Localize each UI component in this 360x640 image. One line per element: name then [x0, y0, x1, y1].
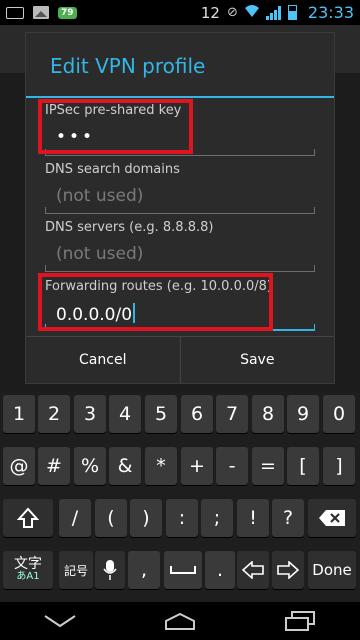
key-question[interactable]: ?: [272, 499, 304, 537]
backspace-icon: [319, 510, 345, 526]
back-icon: [44, 615, 76, 628]
key-5[interactable]: 5: [145, 395, 177, 433]
shift-key[interactable]: [3, 499, 53, 537]
clock: 23:33: [307, 3, 354, 22]
lang-key-bottom: あA1: [16, 571, 40, 583]
cursor-left-key[interactable]: [237, 551, 269, 589]
notification-count: 12: [200, 3, 220, 22]
cursor-right-key[interactable]: [272, 551, 304, 589]
key-0[interactable]: 0: [323, 395, 355, 433]
key-asterisk[interactable]: *: [145, 447, 177, 485]
battery-icon: [287, 5, 297, 20]
dialog-title: Edit VPN profile: [26, 33, 334, 98]
soft-keyboard: 1 2 3 4 5 6 7 8 9 0 @ # % & * + - = [ ] …: [0, 392, 360, 602]
recent-apps-icon: [285, 611, 315, 631]
key-3[interactable]: 3: [74, 395, 106, 433]
save-button[interactable]: Save: [179, 337, 335, 383]
dns-search-domains-label: DNS search domains: [45, 162, 180, 177]
key-right-paren[interactable]: ): [130, 499, 162, 537]
wifi-icon: [244, 4, 259, 22]
key-left-bracket[interactable]: [: [287, 447, 319, 485]
key-8[interactable]: 8: [252, 395, 284, 433]
dns-servers-underline: [45, 265, 315, 272]
battery-badge: 79: [58, 6, 77, 19]
arrow-left-icon: [242, 561, 264, 579]
key-ampersand[interactable]: &: [109, 447, 141, 485]
mic-key[interactable]: [95, 551, 125, 589]
key-slash[interactable]: /: [59, 499, 91, 537]
cancel-button[interactable]: Cancel: [26, 337, 180, 383]
key-1[interactable]: 1: [3, 395, 35, 433]
key-period[interactable]: .: [205, 551, 235, 589]
key-4[interactable]: 4: [109, 395, 141, 433]
key-exclamation[interactable]: !: [237, 499, 269, 537]
dns-servers-label: DNS servers (e.g. 8.8.8.8): [45, 220, 214, 235]
dialog-buttons: Cancel Save: [26, 336, 334, 383]
highlight-box-routes: [38, 273, 273, 331]
key-hash[interactable]: #: [38, 447, 70, 485]
navigation-bar: [0, 602, 360, 640]
key-equals[interactable]: =: [252, 447, 284, 485]
image-icon: [33, 6, 49, 19]
key-at[interactable]: @: [3, 447, 35, 485]
highlight-box-ipsec: [38, 99, 193, 154]
key-plus[interactable]: +: [181, 447, 213, 485]
dns-servers-field[interactable]: (not used): [56, 244, 143, 264]
home-button[interactable]: [160, 607, 200, 635]
key-minus[interactable]: -: [216, 447, 248, 485]
key-left-paren[interactable]: (: [95, 499, 127, 537]
done-key[interactable]: Done: [308, 551, 356, 589]
home-icon: [165, 612, 195, 630]
keyboard-icon: [6, 6, 24, 19]
key-comma[interactable]: ,: [128, 551, 160, 589]
key-right-bracket[interactable]: ]: [323, 447, 355, 485]
key-6[interactable]: 6: [181, 395, 213, 433]
edit-vpn-dialog: Edit VPN profile IPSec pre-shared key ••…: [25, 32, 335, 384]
space-icon: [170, 566, 196, 574]
mic-icon: [103, 560, 117, 580]
back-button[interactable]: [40, 607, 80, 635]
symbols-key[interactable]: 記号: [59, 551, 93, 589]
lang-key-top: 文字: [14, 556, 42, 573]
mute-icon: ⊘: [226, 5, 238, 20]
language-switch-key[interactable]: 文字 あA1: [3, 551, 53, 589]
key-9[interactable]: 9: [287, 395, 319, 433]
status-bar: 79 12 ⊘ 23:33: [0, 0, 360, 25]
dns-search-domains-field[interactable]: (not used): [56, 186, 143, 206]
key-7[interactable]: 7: [216, 395, 248, 433]
key-2[interactable]: 2: [38, 395, 70, 433]
key-percent[interactable]: %: [74, 447, 106, 485]
space-key[interactable]: [164, 551, 202, 589]
arrow-right-icon: [277, 561, 299, 579]
key-colon[interactable]: :: [166, 499, 198, 537]
signal-icon: [265, 5, 281, 20]
dns-search-domains-underline: [45, 207, 315, 214]
recent-apps-button[interactable]: [280, 607, 320, 635]
shift-icon: [17, 507, 39, 528]
key-semicolon[interactable]: ;: [201, 499, 233, 537]
backspace-key[interactable]: [308, 499, 356, 537]
